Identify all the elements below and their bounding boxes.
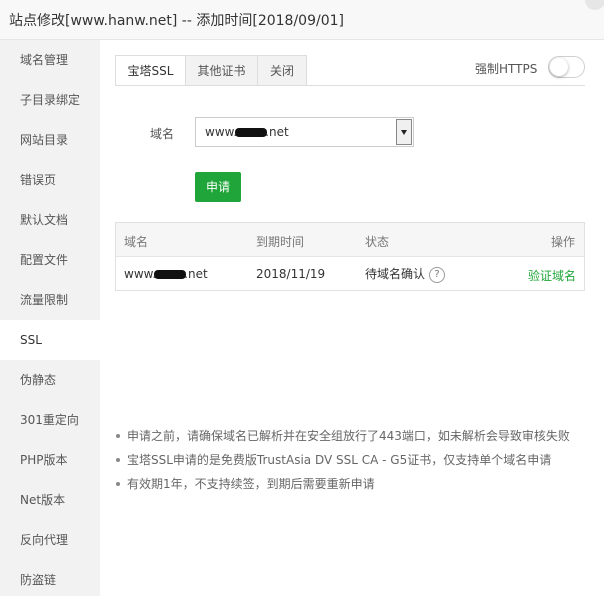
tab-close[interactable]: 关闭 <box>257 55 307 86</box>
column-header-expiry: 到期时间 <box>256 235 305 249</box>
sidebar-item-301-redirect[interactable]: 301重定向 <box>0 400 100 440</box>
chevron-down-icon <box>401 130 407 135</box>
force-https-toggle[interactable] <box>548 56 585 78</box>
row-expiry: 2018/11/19 <box>256 267 326 281</box>
list-item: 申请之前，请确保域名已解析并在安全组放行了443端口，如未解析会导致审核失败 <box>115 428 595 452</box>
domain-select[interactable]: www. .net <box>195 117 414 147</box>
column-header-action: 操作 <box>551 235 576 249</box>
note-text: 申请之前，请确保域名已解析并在安全组放行了443端口，如未解析会导致审核失败 <box>127 429 570 443</box>
column-header-status: 状态 <box>365 235 390 249</box>
toggle-knob <box>550 58 568 76</box>
sidebar-item-hotlink-protection[interactable]: 防盗链 <box>0 560 100 596</box>
sidebar-item-error-page[interactable]: 错误页 <box>0 160 100 200</box>
domain-prefix: www. <box>205 125 238 139</box>
redaction-mark <box>235 128 268 137</box>
note-text: 宝塔SSL申请的是免费版TrustAsia DV SSL CA - G5证书，仅… <box>127 453 552 467</box>
sidebar-item-ssl[interactable]: SSL <box>0 320 100 360</box>
title-bar: 站点修改[www.hanw.net] -- 添加时间[2018/09/01] <box>0 0 604 40</box>
domain-select-value: www. .net <box>205 125 289 139</box>
tab-other-certificate[interactable]: 其他证书 <box>185 55 258 86</box>
sidebar-item-subdirectory-binding[interactable]: 子目录绑定 <box>0 80 100 120</box>
bullet-icon <box>116 458 120 462</box>
list-item: 有效期1年，不支持续签，到期后需要重新申请 <box>115 476 595 500</box>
tabs-divider <box>115 85 585 86</box>
redaction-mark <box>154 270 187 279</box>
certificate-table: 域名 到期时间 状态 操作 www. .net 2018/11/19 待域名确认?… <box>115 222 585 291</box>
sidebar-item-rewrite[interactable]: 伪静态 <box>0 360 100 400</box>
row-domain-suffix: .net <box>184 267 208 281</box>
column-header-domain: 域名 <box>124 235 149 249</box>
sidebar-item-domain-management[interactable]: 域名管理 <box>0 40 100 80</box>
sidebar-item-config-file[interactable]: 配置文件 <box>0 240 100 280</box>
note-text: 有效期1年，不支持续签，到期后需要重新申请 <box>127 477 375 491</box>
sidebar-item-site-directory[interactable]: 网站目录 <box>0 120 100 160</box>
sidebar-item-default-document[interactable]: 默认文档 <box>0 200 100 240</box>
list-item: 宝塔SSL申请的是免费版TrustAsia DV SSL CA - G5证书，仅… <box>115 452 595 476</box>
domain-suffix: .net <box>265 125 289 139</box>
apply-button[interactable]: 申请 <box>195 172 241 202</box>
sidebar-item-reverse-proxy[interactable]: 反向代理 <box>0 520 100 560</box>
close-icon[interactable] <box>585 0 604 10</box>
row-domain-prefix: www. <box>124 267 157 281</box>
sidebar-item-traffic-limit[interactable]: 流量限制 <box>0 280 100 320</box>
notes-list: 申请之前，请确保域名已解析并在安全组放行了443端口，如未解析会导致审核失败 宝… <box>115 428 595 500</box>
row-status: 待域名确认? <box>365 265 446 283</box>
bullet-icon <box>116 482 120 486</box>
row-status-text: 待域名确认 <box>365 267 426 281</box>
window-title: 站点修改[www.hanw.net] -- 添加时间[2018/09/01] <box>9 13 344 29</box>
sidebar-item-php-version[interactable]: PHP版本 <box>0 440 100 480</box>
bullet-icon <box>116 434 120 438</box>
table-header: 域名 到期时间 状态 操作 <box>116 223 584 257</box>
force-https-label: 强制HTTPS <box>475 62 538 76</box>
verify-domain-link[interactable]: 验证域名 <box>528 267 576 284</box>
sidebar: 域名管理 子目录绑定 网站目录 错误页 默认文档 配置文件 流量限制 SSL 伪… <box>0 40 100 596</box>
sidebar-item-net-version[interactable]: Net版本 <box>0 480 100 520</box>
tab-baota-ssl[interactable]: 宝塔SSL <box>115 55 186 86</box>
help-icon[interactable]: ? <box>429 266 446 283</box>
row-domain: www. .net <box>124 267 208 281</box>
dropdown-arrow[interactable] <box>396 119 412 145</box>
domain-label: 域名 <box>150 127 175 141</box>
